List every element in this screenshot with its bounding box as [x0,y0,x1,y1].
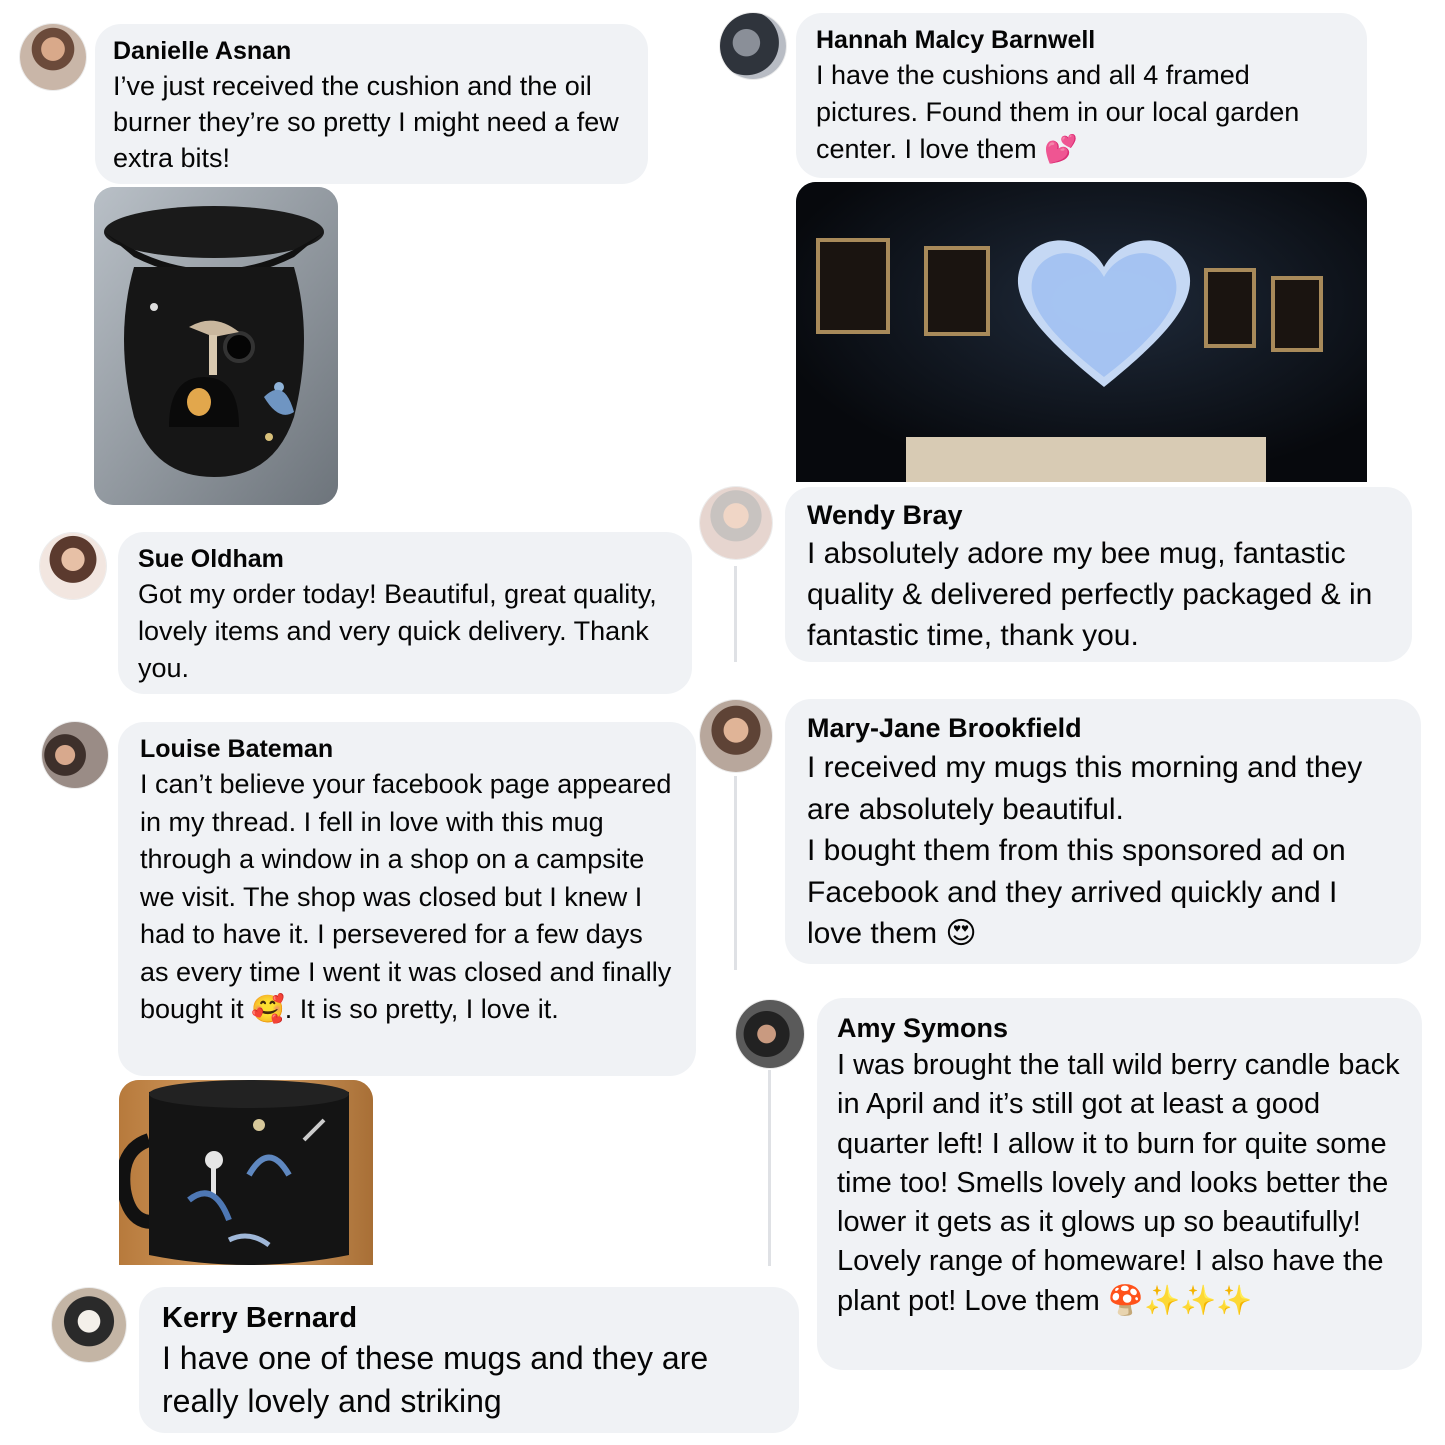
comment-bubble: Hannah Malcy Barnwell I have the cushion… [796,13,1367,178]
comment-bubble: Louise Bateman I can’t believe your face… [118,722,696,1076]
comment-text: I can’t believe your facebook page appea… [140,769,672,1024]
commenter-name[interactable]: Kerry Bernard [162,1299,776,1337]
avatar[interactable] [40,533,106,599]
comment-text: I’ve just received the cushion and the o… [113,71,619,173]
mug-image [119,1080,373,1265]
comment-bubble: Mary-Jane Brookfield I received my mugs … [785,699,1421,964]
comment-photo[interactable] [119,1080,373,1265]
commenter-name[interactable]: Danielle Asnan [113,34,630,68]
comment-bubble: Wendy Bray I absolutely adore my bee mug… [785,487,1412,662]
thread-line [734,776,737,970]
comment-bubble: Amy Symons I was brought the tall wild b… [817,998,1422,1370]
comment-photo[interactable] [796,182,1367,482]
comment-text: I have the cushions and all 4 framed pic… [816,60,1300,164]
thread-line [768,1070,771,1266]
avatar[interactable] [700,487,772,559]
comment-text: I absolutely adore my bee mug, fantastic… [807,537,1373,652]
avatar[interactable] [736,1000,804,1068]
commenter-name[interactable]: Hannah Malcy Barnwell [816,23,1347,57]
avatar[interactable] [700,700,772,772]
comment-text: I received my mugs this morning and they… [807,751,1363,950]
comment-text: I have one of these mugs and they are re… [162,1340,709,1419]
thread-line [734,566,737,662]
comment-bubble: Sue Oldham Got my order today! Beautiful… [118,532,692,694]
avatar[interactable] [20,24,86,90]
avatar[interactable] [52,1288,126,1362]
comment-text: I was brought the tall wild berry candle… [837,1049,1400,1317]
commenter-name[interactable]: Wendy Bray [807,497,1390,533]
oil-burner-image [94,187,338,505]
avatar[interactable] [42,722,108,788]
commenter-name[interactable]: Amy Symons [837,1010,1402,1046]
comment-bubble: Danielle Asnan I’ve just received the cu… [95,24,648,184]
comment-text: Got my order today! Beautiful, great qua… [138,579,657,683]
wall-pictures-image [796,182,1367,482]
comment-bubble: Kerry Bernard I have one of these mugs a… [139,1287,799,1433]
commenter-name[interactable]: Mary-Jane Brookfield [807,709,1399,747]
comment-photo[interactable] [94,187,338,505]
avatar[interactable] [720,13,786,79]
commenter-name[interactable]: Louise Bateman [140,732,674,766]
commenter-name[interactable]: Sue Oldham [138,542,672,576]
